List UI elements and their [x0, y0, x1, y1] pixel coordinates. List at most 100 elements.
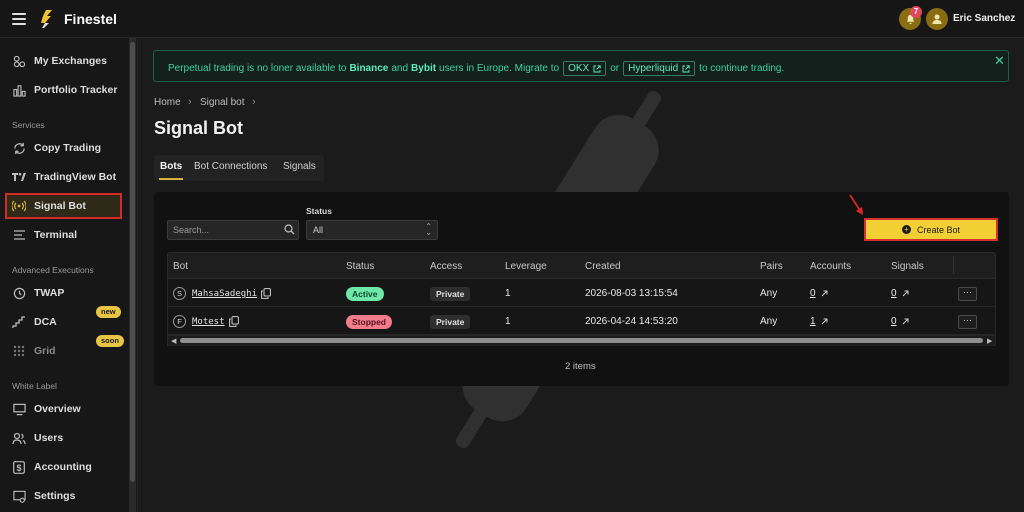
search-input[interactable]: [167, 220, 299, 240]
sidebar-item-label: Grid: [34, 345, 56, 357]
svg-text:$: $: [16, 463, 21, 473]
sidebar-item-label: Accounting: [34, 461, 92, 473]
user-name[interactable]: Eric Sanchez: [953, 13, 1015, 24]
table-row[interactable]: [167, 279, 996, 307]
search-icon: [284, 224, 295, 235]
status-select-value: All: [313, 225, 324, 235]
sidebar-item-tradingview-bot[interactable]: TradingView Bot: [6, 165, 121, 189]
sidebar-item-label: TWAP: [34, 287, 65, 299]
notice-text: or: [610, 63, 620, 74]
sidebar-item-overview[interactable]: Overview: [6, 397, 121, 421]
breadcrumb-home[interactable]: Home: [154, 97, 181, 108]
column-header-bot: Bot: [173, 261, 189, 272]
sidebar-item-label: TradingView Bot: [34, 171, 117, 183]
sidebar-item-terminal[interactable]: Terminal: [6, 223, 121, 247]
notice-text: Perpetual trading is no loner available …: [168, 63, 347, 74]
sidebar-item-copy-trading[interactable]: Copy Trading: [6, 136, 121, 160]
copy-icon[interactable]: [261, 288, 271, 299]
access-badge: Private: [430, 287, 471, 301]
sidebar-scrollbar[interactable]: [129, 38, 136, 512]
sidebar-item-my-exchanges[interactable]: My Exchanges: [6, 49, 121, 73]
notification-count-badge: 7: [910, 6, 922, 18]
scroll-left-icon[interactable]: ◀: [171, 337, 176, 345]
plus-icon: +: [901, 225, 911, 234]
arrow-up-right-icon: [821, 318, 828, 325]
sidebar-item-label: Signal Bot: [34, 200, 86, 212]
new-badge: new: [96, 306, 121, 318]
access-badge: Private: [430, 315, 471, 329]
notice-banner: Perpetual trading is no loner available …: [153, 50, 1009, 82]
items-count: 2 items: [565, 361, 596, 372]
dca-icon: [12, 315, 26, 329]
signals-link[interactable]: 0: [891, 288, 897, 299]
copy-icon[interactable]: [229, 316, 239, 327]
notice-text: users in Europe. Migrate to: [439, 63, 560, 74]
status-badge: Stopped: [346, 315, 392, 329]
sidebar-item-portfolio-tracker[interactable]: Portfolio Tracker: [6, 78, 121, 102]
signals-link[interactable]: 0: [891, 316, 897, 327]
bot-name-link[interactable]: MahsaSadeghi: [192, 289, 257, 299]
breadcrumb-current[interactable]: Signal bot: [200, 97, 244, 108]
column-header-accounts: Accounts: [810, 261, 852, 272]
notice-text: to continue trading.: [699, 63, 785, 74]
tab-bot-connections[interactable]: Bot Connections: [194, 161, 267, 172]
tab-signals[interactable]: Signals: [283, 161, 316, 172]
scrollbar-thumb[interactable]: [180, 338, 983, 343]
hyperliquid-link[interactable]: Hyperliquid: [623, 61, 696, 76]
notice-text: and: [391, 63, 409, 74]
status-badge: Active: [346, 287, 384, 301]
more-options-button[interactable]: ···: [958, 315, 977, 329]
accounts-link[interactable]: 1: [810, 316, 816, 327]
chevron-right-icon: ›: [188, 96, 192, 108]
sidebar-item-label: Overview: [34, 403, 81, 415]
tradingview-icon: [12, 170, 26, 184]
accounts-link[interactable]: 0: [810, 288, 816, 299]
section-services: Services: [12, 120, 45, 130]
bot-avatar-icon: S: [173, 287, 186, 300]
scroll-right-icon[interactable]: ▶: [987, 337, 992, 345]
table-row[interactable]: [167, 307, 996, 335]
sidebar-item-label: Portfolio Tracker: [34, 84, 118, 96]
brand-name: Finestel: [64, 11, 117, 27]
bot-name-link[interactable]: Motest: [192, 317, 225, 327]
avatar[interactable]: [926, 8, 948, 30]
menu-toggle-icon[interactable]: [12, 13, 26, 25]
sidebar-item-accounting[interactable]: $ Accounting: [6, 455, 121, 479]
column-header-pairs: Pairs: [760, 261, 783, 272]
sidebar-item-label: My Exchanges: [34, 55, 107, 67]
sidebar-item-signal-bot[interactable]: Signal Bot: [5, 193, 122, 219]
dollar-icon: $: [12, 460, 26, 474]
status-select[interactable]: All ⌃ ⌄: [306, 220, 438, 240]
sidebar-item-label: Settings: [34, 490, 76, 502]
tab-bots[interactable]: Bots: [160, 161, 182, 172]
sidebar-item-twap[interactable]: TWAP: [6, 281, 121, 305]
more-options-button[interactable]: ···: [958, 287, 977, 301]
column-header-signals: Signals: [891, 261, 924, 272]
close-icon[interactable]: ✕: [994, 53, 1005, 69]
status-filter-label: Status: [306, 206, 332, 216]
grid-icon: [12, 344, 26, 358]
sidebar-item-users[interactable]: Users: [6, 426, 121, 450]
pairs-value: Any: [760, 316, 778, 327]
sidebar-item-label: Users: [34, 432, 64, 444]
column-header-created: Created: [585, 261, 621, 272]
users-icon: [12, 431, 26, 445]
arrow-up-right-icon: [902, 290, 909, 297]
sidebar-item-label: Copy Trading: [34, 142, 102, 154]
notice-exchange-binance: Binance: [349, 63, 389, 74]
soon-badge: soon: [96, 335, 124, 347]
arrow-up-right-icon: [821, 290, 828, 297]
okx-link[interactable]: OKX: [563, 61, 607, 76]
copy-trading-icon: [12, 141, 26, 155]
table-horizontal-scrollbar[interactable]: ◀ ▶: [167, 335, 996, 346]
column-header-leverage: Leverage: [505, 261, 547, 272]
external-link-icon: [682, 64, 690, 72]
create-bot-label: Create Bot: [916, 224, 961, 235]
sidebar-item-settings[interactable]: Settings: [6, 484, 121, 508]
portfolio-icon: [12, 83, 26, 97]
bot-avatar-icon: F: [173, 315, 186, 328]
notice-exchange-bybit: Bybit: [411, 63, 437, 74]
create-bot-button[interactable]: + Create Bot: [864, 218, 998, 241]
overview-icon: [12, 402, 26, 416]
clock-icon: [12, 286, 26, 300]
